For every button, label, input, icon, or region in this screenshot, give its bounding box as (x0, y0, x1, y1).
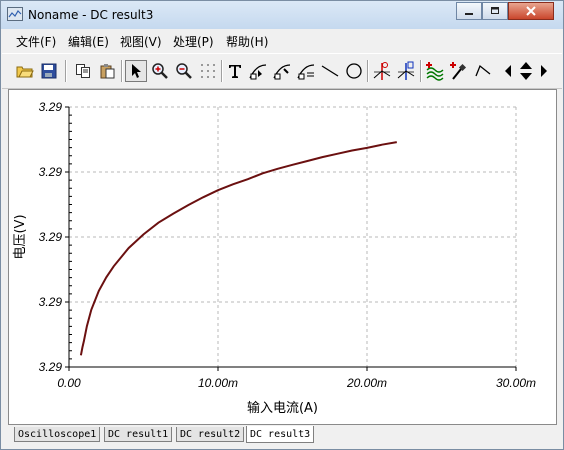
pointer-button[interactable] (125, 60, 147, 82)
scroll-right-button[interactable] (537, 60, 551, 82)
data-trace (79, 141, 397, 356)
ellipse-button[interactable] (343, 60, 365, 82)
step-icon (475, 64, 491, 77)
menu-process[interactable]: 处理(P) (173, 33, 214, 50)
cursor-b-icon (397, 61, 415, 80)
menu-file[interactable]: 文件(F) (16, 33, 56, 50)
dc-result-chart: 0.00 10.00m 20.00m 30.00m 3.29 3.29 3.29 3.29 3.… (13, 100, 536, 416)
plot-area[interactable]: 0.00 10.00m 20.00m 30.00m 3.29 3.29 3.29 3.29 3.… (8, 89, 557, 425)
probe-icon (450, 62, 467, 80)
restore-icon (491, 7, 499, 14)
tab-dc-result1[interactable]: DC result1 (104, 427, 173, 442)
y-tick-label: 3.29 (39, 100, 63, 114)
title-bar[interactable]: Noname - DC result3 (1, 1, 563, 29)
x-axis-title: 输入电流(A) (247, 400, 318, 416)
y-tick-label: 3.29 (39, 360, 63, 374)
cursor-b-button[interactable] (395, 60, 417, 82)
window-title: Noname - DC result3 (28, 8, 154, 22)
grid-button[interactable] (197, 60, 219, 82)
cursor-tool-3-button[interactable] (295, 60, 317, 82)
menu-view[interactable]: 视图(V) (120, 33, 162, 50)
save-icon (41, 63, 57, 79)
x-tick-label: 30.00m (496, 376, 536, 390)
x-tick-label: 20.00m (346, 376, 387, 390)
cursor-tool-1-icon (249, 64, 267, 80)
cursor-tool-3-icon (297, 64, 315, 80)
ellipse-icon (346, 63, 362, 79)
scroll-left-icon (505, 65, 511, 77)
zoom-in-button[interactable] (149, 60, 171, 82)
scroll-updown-icon (520, 62, 532, 80)
y-tick-label: 3.29 (39, 230, 63, 244)
paste-icon (100, 64, 115, 79)
x-tick-label: 0.00 (57, 376, 81, 390)
y-tick-label: 3.29 (39, 165, 63, 179)
scroll-left-button[interactable] (501, 60, 515, 82)
tab-bar: Oscilloscope1 DC result1 DC result2 DC r… (2, 425, 562, 449)
paste-button[interactable] (96, 60, 118, 82)
waves-button[interactable] (424, 60, 446, 82)
copy-icon (76, 64, 90, 78)
cursor-tool-2-icon (273, 64, 291, 80)
minimize-icon (465, 13, 473, 15)
zoom-out-icon (176, 63, 192, 79)
restore-button[interactable] (482, 2, 508, 20)
scroll-updown-button[interactable] (516, 60, 536, 82)
x-tick-label: 10.00m (198, 376, 238, 390)
app-window: Noname - DC result3 文件(F) 编辑(E) 视图(V) 处理… (0, 0, 564, 450)
line-button[interactable] (319, 60, 341, 82)
cursor-tool-1-button[interactable] (247, 60, 269, 82)
toolbar (2, 53, 562, 89)
cursor-a-button[interactable] (371, 60, 393, 82)
open-button[interactable] (14, 60, 36, 82)
close-icon (526, 6, 536, 16)
menu-edit[interactable]: 编辑(E) (68, 33, 109, 50)
menu-bar: 文件(F) 编辑(E) 视图(V) 处理(P) 帮助(H) (2, 30, 562, 52)
minimize-button[interactable] (456, 2, 482, 20)
text-button[interactable] (224, 60, 246, 82)
zoom-in-icon (152, 63, 168, 79)
app-icon (7, 7, 23, 21)
grid-icon (201, 64, 215, 78)
close-button[interactable] (508, 2, 554, 20)
waves-icon (426, 62, 444, 81)
cursor-a-icon (373, 62, 391, 80)
scroll-right-icon (541, 65, 547, 77)
y-axis-title: 电压(V) (13, 214, 28, 259)
y-tick-label: 3.29 (39, 295, 63, 309)
copy-button[interactable] (72, 60, 94, 82)
zoom-out-button[interactable] (173, 60, 195, 82)
line-icon (321, 65, 339, 77)
open-folder-icon (16, 66, 34, 78)
probe-button[interactable] (448, 60, 470, 82)
cursor-tool-2-button[interactable] (271, 60, 293, 82)
pointer-icon (132, 64, 141, 78)
tab-dc-result3[interactable]: DC result3 (246, 426, 315, 443)
menu-help[interactable]: 帮助(H) (226, 33, 268, 50)
tab-oscilloscope1[interactable]: Oscilloscope1 (14, 427, 101, 442)
save-button[interactable] (38, 60, 60, 82)
step-button[interactable] (472, 60, 494, 82)
text-icon (229, 65, 241, 78)
tab-dc-result2[interactable]: DC result2 (176, 427, 245, 442)
